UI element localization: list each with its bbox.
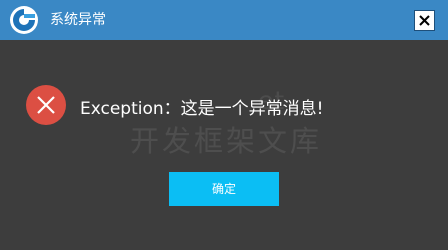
error-icon xyxy=(26,85,66,125)
app-logo-icon xyxy=(9,5,39,35)
error-message: Exception：这是一个异常消息! xyxy=(80,99,324,119)
watermark-text: 开发框架文库 xyxy=(130,124,323,158)
title-bar[interactable]: 系统异常 xyxy=(0,0,448,40)
ok-button[interactable]: 确定 xyxy=(169,172,279,206)
window-title: 系统异常 xyxy=(50,12,106,28)
exception-dialog: et 开发框架文库 系统异常 Exception：这是一个异常消息! 确定 xyxy=(0,0,448,250)
close-icon xyxy=(419,15,430,26)
close-button[interactable] xyxy=(414,10,435,31)
